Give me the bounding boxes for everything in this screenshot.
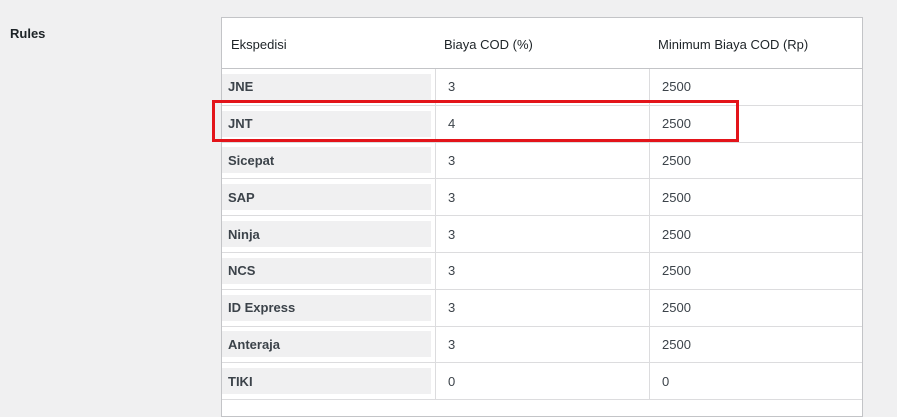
section-label-rules: Rules (10, 26, 46, 41)
courier-name-field[interactable]: TIKI (222, 368, 431, 395)
courier-name-field[interactable]: JNT (222, 110, 431, 137)
table-row: Ninja 3 2500 (222, 216, 862, 253)
min-cod-fee-input[interactable]: 2500 (649, 252, 862, 289)
courier-name-field[interactable]: Anteraja (222, 331, 431, 358)
cod-fee-input[interactable]: 3 (435, 69, 649, 105)
table-row: SAP 3 2500 (222, 179, 862, 217)
min-cod-fee-input[interactable]: 2500 (649, 179, 862, 216)
min-cod-fee-input[interactable]: 2500 (649, 69, 862, 105)
cod-fee-input[interactable]: 3 (435, 289, 649, 326)
cod-fee-input[interactable]: 0 (435, 363, 649, 400)
header-minimum-biaya-cod: Minimum Biaya COD (Rp) (658, 36, 809, 52)
min-cod-fee-input[interactable]: 2500 (649, 289, 862, 326)
min-cod-fee-input[interactable]: 2500 (649, 142, 862, 179)
courier-name-field[interactable]: Ninja (222, 221, 431, 248)
table-row: Anteraja 3 2500 (222, 326, 862, 364)
table-row: JNT 4 2500 (222, 105, 862, 143)
courier-name-field[interactable]: NCS (222, 257, 431, 284)
courier-name-field[interactable]: JNE (222, 73, 431, 100)
table-row: ID Express 3 2500 (222, 289, 862, 327)
table-row: JNE 3 2500 (222, 69, 862, 106)
cod-fee-input[interactable]: 3 (435, 216, 649, 252)
courier-name-field[interactable]: ID Express (222, 294, 431, 321)
courier-name-field[interactable]: Sicepat (222, 147, 431, 174)
cod-fee-input[interactable]: 4 (435, 105, 649, 142)
header-ekspedisi: Ekspedisi (231, 36, 287, 52)
cod-fee-input[interactable]: 3 (435, 179, 649, 216)
table-row: TIKI 0 0 (222, 363, 862, 401)
min-cod-fee-input[interactable]: 0 (649, 363, 862, 400)
min-cod-fee-input[interactable]: 2500 (649, 105, 862, 142)
cod-fee-input[interactable]: 3 (435, 142, 649, 179)
cod-fee-input[interactable]: 3 (435, 326, 649, 363)
min-cod-fee-input[interactable]: 2500 (649, 326, 862, 363)
cod-fee-input[interactable]: 3 (435, 252, 649, 289)
cod-rules-table: Ekspedisi Biaya COD (%) Minimum Biaya CO… (221, 17, 863, 417)
table-header: Ekspedisi Biaya COD (%) Minimum Biaya CO… (222, 18, 862, 69)
table-row: Sicepat 3 2500 (222, 142, 862, 180)
courier-name-field[interactable]: SAP (222, 184, 431, 211)
min-cod-fee-input[interactable]: 2500 (649, 216, 862, 252)
table-row: NCS 3 2500 (222, 252, 862, 290)
header-biaya-cod: Biaya COD (%) (444, 36, 533, 52)
